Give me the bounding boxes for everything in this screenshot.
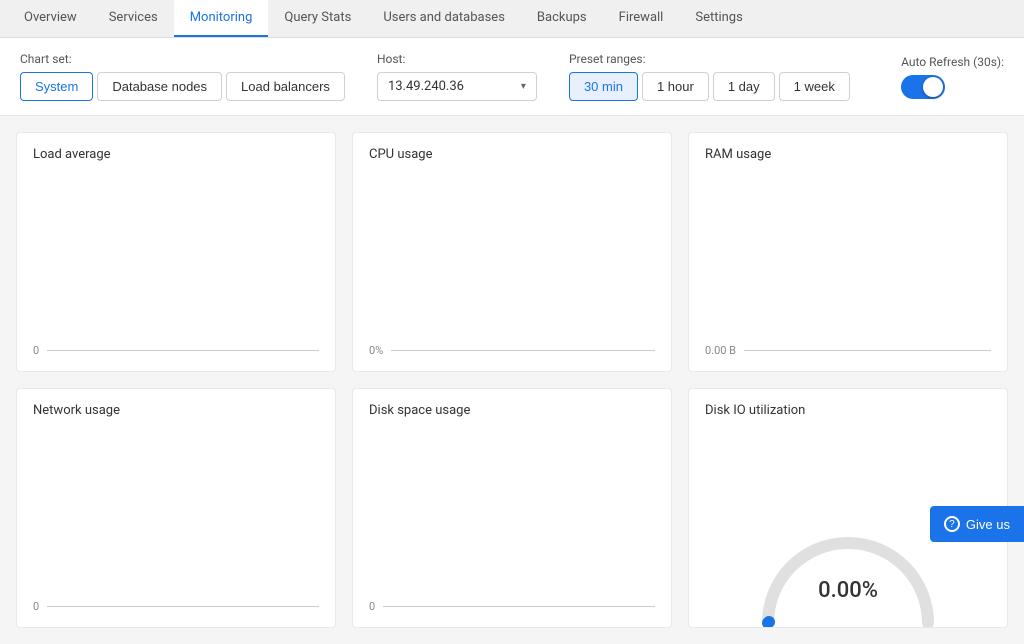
tab-backups[interactable]: Backups <box>521 0 603 37</box>
feedback-button[interactable]: ? Give us <box>930 506 1024 542</box>
chart-disk-space-zero-label: 0 <box>369 600 375 613</box>
chart-load-average-body <box>33 162 319 336</box>
preset-30min-button[interactable]: 30 min <box>569 72 638 101</box>
chart-network-usage-zero-label: 0 <box>33 600 39 613</box>
chart-network-usage-baseline <box>47 606 319 607</box>
chart-ram-usage-zero-label: 0.00 B <box>705 344 736 357</box>
chart-load-average-baseline <box>47 350 319 351</box>
chevron-down-icon: ▾ <box>521 81 526 92</box>
chart-cpu-usage-zero-label: 0% <box>369 344 383 357</box>
feedback-label: Give us <box>966 517 1010 532</box>
preset-1week-button[interactable]: 1 week <box>779 72 850 101</box>
chart-disk-space: Disk space usage 0 <box>352 388 672 628</box>
preset-1hour-button[interactable]: 1 hour <box>642 72 709 101</box>
chart-cpu-usage-zero: 0% <box>369 336 655 357</box>
disk-io-percent: 0.00% <box>818 578 878 603</box>
tab-firewall[interactable]: Firewall <box>603 0 680 37</box>
auto-refresh-label: Auto Refresh (30s): <box>901 55 1004 69</box>
chart-set-system-button[interactable]: System <box>20 72 93 101</box>
chart-network-usage-title: Network usage <box>33 403 319 418</box>
chart-ram-usage: RAM usage 0.00 B <box>688 132 1008 372</box>
chart-set-load-balancers-button[interactable]: Load balancers <box>226 72 345 101</box>
chart-load-average-zero: 0 <box>33 336 319 357</box>
chart-cpu-usage-body <box>369 162 655 336</box>
chart-load-average-zero-label: 0 <box>33 344 39 357</box>
host-group: Host: 13.49.240.36 ▾ <box>377 52 537 101</box>
auto-refresh-toggle-container <box>901 75 1004 99</box>
feedback-icon: ? <box>944 516 960 532</box>
chart-ram-usage-body <box>705 162 991 336</box>
preset-1day-button[interactable]: 1 day <box>713 72 775 101</box>
chart-disk-space-zero: 0 <box>369 592 655 613</box>
preset-buttons: 30 min 1 hour 1 day 1 week <box>569 72 850 101</box>
preset-ranges-label: Preset ranges: <box>569 52 850 66</box>
chart-set-buttons: System Database nodes Load balancers <box>20 72 345 101</box>
tab-settings[interactable]: Settings <box>679 0 758 37</box>
chart-network-usage: Network usage 0 <box>16 388 336 628</box>
chart-load-average: Load average 0 <box>16 132 336 372</box>
tab-bar: Overview Services Monitoring Query Stats… <box>0 0 1024 38</box>
tab-services[interactable]: Services <box>93 0 174 37</box>
toggle-knob <box>923 77 943 97</box>
chart-disk-space-title: Disk space usage <box>369 403 655 418</box>
preset-ranges-group: Preset ranges: 30 min 1 hour 1 day 1 wee… <box>569 52 850 101</box>
chart-ram-usage-zero: 0.00 B <box>705 336 991 357</box>
tab-query-stats[interactable]: Query Stats <box>268 0 367 37</box>
auto-refresh-toggle[interactable] <box>901 75 945 99</box>
chart-set-group: Chart set: System Database nodes Load ba… <box>20 52 345 101</box>
chart-disk-io-title: Disk IO utilization <box>705 403 991 418</box>
host-dropdown[interactable]: 13.49.240.36 ▾ <box>377 72 537 101</box>
auto-refresh-group: Auto Refresh (30s): <box>901 55 1004 99</box>
disk-io-svg <box>758 513 938 628</box>
tab-users-databases[interactable]: Users and databases <box>367 0 521 37</box>
tab-overview[interactable]: Overview <box>8 0 93 37</box>
chart-ram-usage-title: RAM usage <box>705 147 991 162</box>
host-label: Host: <box>377 52 537 66</box>
chart-load-average-title: Load average <box>33 147 319 162</box>
chart-cpu-usage-baseline <box>391 350 655 351</box>
tab-monitoring[interactable]: Monitoring <box>174 0 269 37</box>
controls-bar: Chart set: System Database nodes Load ba… <box>0 38 1024 116</box>
chart-set-database-nodes-button[interactable]: Database nodes <box>97 72 222 101</box>
chart-network-usage-zero: 0 <box>33 592 319 613</box>
chart-cpu-usage: CPU usage 0% <box>352 132 672 372</box>
chart-network-usage-body <box>33 418 319 592</box>
chart-disk-space-body <box>369 418 655 592</box>
charts-grid: Load average 0 CPU usage 0% RAM usage 0.… <box>0 116 1024 644</box>
chart-ram-usage-baseline <box>744 350 991 351</box>
chart-set-label: Chart set: <box>20 52 345 66</box>
chart-disk-space-baseline <box>383 606 655 607</box>
chart-cpu-usage-title: CPU usage <box>369 147 655 162</box>
host-value: 13.49.240.36 <box>388 79 513 94</box>
